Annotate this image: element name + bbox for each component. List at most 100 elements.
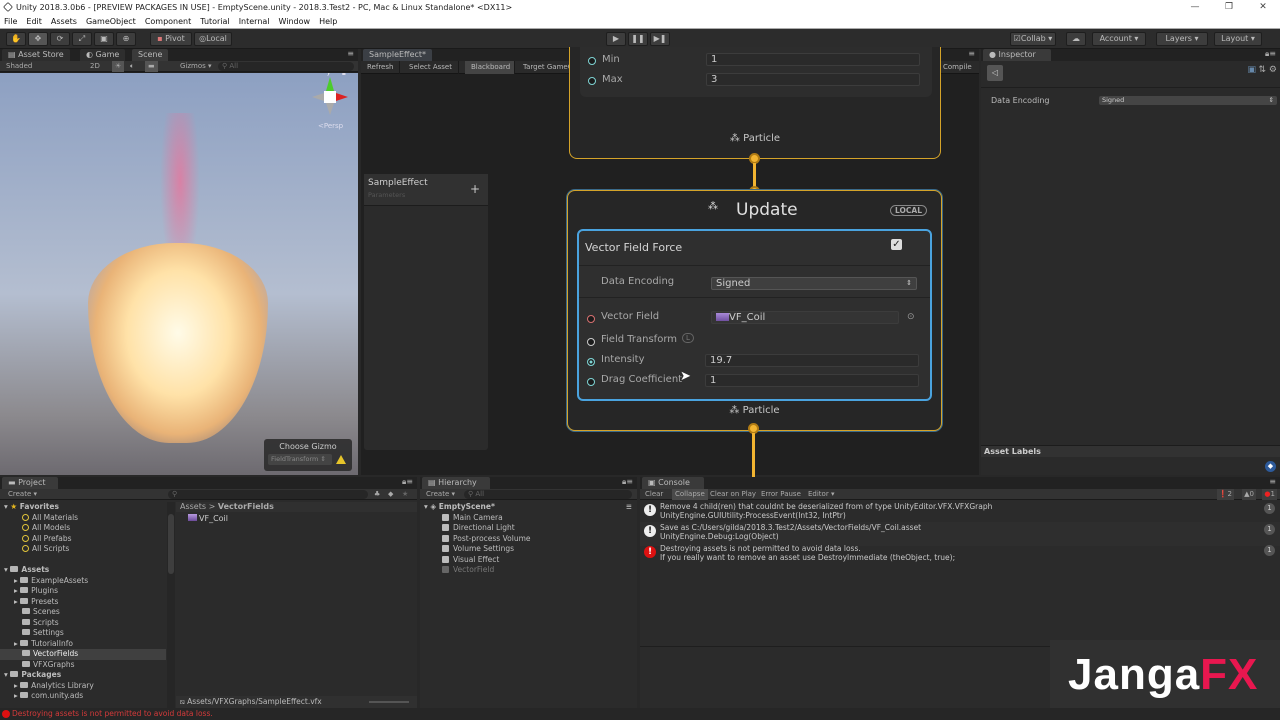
folder-item-selected[interactable]: VectorFields — [0, 649, 166, 660]
tab-sample-effect[interactable]: SampleEffect* — [363, 49, 433, 61]
filter-label-icon[interactable]: ◆ — [388, 489, 393, 500]
gizmo-y-axis[interactable] — [326, 77, 334, 91]
lighting-toggle-icon[interactable]: ☀ — [112, 61, 125, 72]
panel-menu-icon[interactable]: ≡ — [1269, 477, 1276, 486]
pivot-toggle[interactable]: ▪ Pivot — [150, 32, 192, 46]
blackboard-toggle[interactable]: Blackboard — [465, 61, 515, 74]
collab-dropdown[interactable]: ☑Collab ▾ — [1010, 32, 1056, 46]
data-encoding-dropdown[interactable]: Signed ⇕ — [711, 277, 917, 290]
persp-label[interactable]: <Persp — [318, 122, 343, 130]
package-item[interactable]: ▸ com.unity.ads — [4, 691, 166, 702]
folder-item[interactable]: Settings — [4, 628, 166, 639]
folder-item[interactable]: VFXGraphs — [4, 660, 166, 671]
gizmo-selector-dropdown[interactable]: FieldTransform ⇕ — [268, 454, 332, 465]
hand-tool-icon[interactable]: ✋ — [6, 32, 26, 46]
restore-button[interactable]: ❐ — [1212, 0, 1246, 15]
menu-tutorial[interactable]: Tutorial — [200, 15, 229, 28]
tab-game[interactable]: ◐ Game — [80, 49, 126, 61]
set-lifetime-block[interactable]: Min 1 Max 3 — [580, 47, 932, 97]
intensity-port[interactable] — [587, 358, 595, 366]
compile-button[interactable]: Compile — [937, 61, 978, 74]
local-space-badge[interactable]: LOCAL — [890, 205, 927, 216]
refresh-button[interactable]: Refresh — [361, 61, 401, 74]
panel-menu-icon[interactable]: ≡ — [347, 49, 354, 58]
menu-edit[interactable]: Edit — [26, 15, 42, 28]
min-input[interactable]: 1 — [706, 53, 920, 66]
gizmo-neg-y-axis[interactable] — [326, 103, 334, 115]
favorite-star-icon[interactable]: ★ — [402, 489, 408, 500]
layout-dropdown[interactable]: Layout ▾ — [1214, 32, 1262, 46]
local-badge[interactable]: L — [682, 333, 694, 343]
tab-scene[interactable]: Scene — [132, 49, 169, 61]
drag-coefficient-input[interactable]: 1 — [705, 374, 919, 387]
presets-icon[interactable]: ⇅ — [1258, 65, 1266, 75]
max-port[interactable] — [588, 77, 596, 85]
close-button[interactable]: ✕ — [1246, 0, 1280, 15]
collapse-toggle[interactable]: Collapse — [672, 489, 708, 500]
play-button[interactable]: ▶ — [606, 32, 626, 46]
gameobject-item[interactable]: Visual Effect — [424, 555, 634, 566]
vector-field-object-field[interactable]: VF_Coil — [711, 311, 899, 324]
shading-dropdown[interactable]: Shaded — [6, 61, 32, 72]
settings-gear-icon[interactable]: ⚙ — [1269, 65, 1277, 75]
menu-help[interactable]: Help — [319, 15, 337, 28]
folder-item[interactable]: Scripts — [4, 618, 166, 629]
panel-menu-icon[interactable]: ≡ — [968, 49, 975, 58]
favorite-item[interactable]: All Materials — [4, 513, 166, 524]
create-dropdown[interactable]: Create ▾ — [426, 489, 455, 500]
orientation-gizmo[interactable]: y <Persp 🔒︎ — [312, 73, 348, 133]
warning-count-toggle[interactable]: ▲0 — [1242, 489, 1256, 500]
menu-component[interactable]: Component — [145, 15, 191, 28]
packages-section[interactable]: ▾ Packages — [4, 670, 166, 681]
error-count-toggle[interactable]: ●1 — [1262, 489, 1277, 500]
gizmos-dropdown[interactable]: Gizmos ▾ — [180, 61, 212, 72]
lock-menu-icon[interactable]: 🔒︎≡ — [402, 477, 413, 487]
hierarchy-search-input[interactable]: ⚲ All — [464, 490, 632, 499]
project-search-input[interactable]: ⚲ — [168, 490, 368, 499]
menu-internal[interactable]: Internal — [239, 15, 270, 28]
drag-coefficient-port[interactable] — [587, 378, 595, 386]
gameobject-item[interactable]: Main Camera — [424, 513, 634, 524]
local-toggle[interactable]: ◎Local — [194, 32, 232, 46]
tree-scrollbar[interactable] — [167, 502, 175, 708]
block-enabled-checkbox[interactable]: ✓ — [891, 239, 902, 250]
label-tag-icon[interactable]: ◆ — [1265, 461, 1276, 472]
clear-button[interactable]: Clear — [645, 489, 663, 500]
audio-toggle-icon[interactable]: 🔈︎ — [130, 61, 134, 72]
help-icon[interactable]: ▣ — [1247, 65, 1256, 75]
initialize-context[interactable]: Min 1 Max 3 ⁂ Particle — [569, 47, 941, 159]
menu-assets[interactable]: Assets — [51, 15, 77, 28]
favorite-item[interactable]: All Prefabs — [4, 534, 166, 545]
gameobject-item[interactable]: Post-process Volume — [424, 534, 634, 545]
scene-search-input[interactable]: ⚲ All — [218, 62, 354, 71]
cloud-button[interactable]: ☁ — [1066, 32, 1086, 46]
intensity-input[interactable]: 19.7 — [705, 354, 919, 367]
package-item[interactable]: ▸ Analytics Library — [4, 681, 166, 692]
tab-asset-store[interactable]: ▤ Asset Store — [2, 49, 70, 61]
layers-dropdown[interactable]: Layers ▾ — [1156, 32, 1208, 46]
log-count-toggle[interactable]: ❗2 — [1216, 489, 1234, 500]
lock-icon[interactable]: 🔒︎ — [342, 73, 346, 78]
mode-2d-toggle[interactable]: 2D — [90, 61, 100, 72]
account-dropdown[interactable]: Account ▾ — [1092, 32, 1146, 46]
folder-item[interactable]: ▸ Plugins — [4, 586, 166, 597]
filter-type-icon[interactable]: ♣ — [374, 489, 380, 500]
gizmo-center-cube[interactable] — [324, 91, 336, 103]
rect-tool-icon[interactable]: ▣ — [94, 32, 114, 46]
add-parameter-button[interactable]: + — [470, 182, 480, 196]
console-message-error[interactable]: ! Destroying assets is not permitted to … — [640, 543, 1280, 567]
minimize-button[interactable]: — — [1178, 0, 1212, 15]
favorite-item[interactable]: All Models — [4, 523, 166, 534]
assets-section[interactable]: ▾ Assets — [4, 565, 166, 576]
field-transform-port[interactable] — [587, 338, 595, 346]
tab-hierarchy[interactable]: ▤ Hierarchy — [422, 477, 490, 489]
move-tool-icon[interactable]: ✥ — [28, 32, 48, 46]
object-picker-icon[interactable]: ⊙ — [907, 312, 915, 322]
select-asset-button[interactable]: Select Asset — [403, 61, 459, 74]
tab-project[interactable]: ▬ Project — [2, 477, 58, 489]
file-item[interactable]: VF_Coil — [188, 514, 228, 523]
folder-item[interactable]: ▸ Presets — [4, 597, 166, 608]
menu-window[interactable]: Window — [279, 15, 311, 28]
tab-console[interactable]: ▣ Console — [642, 477, 704, 489]
error-pause-toggle[interactable]: Error Pause — [761, 489, 801, 500]
